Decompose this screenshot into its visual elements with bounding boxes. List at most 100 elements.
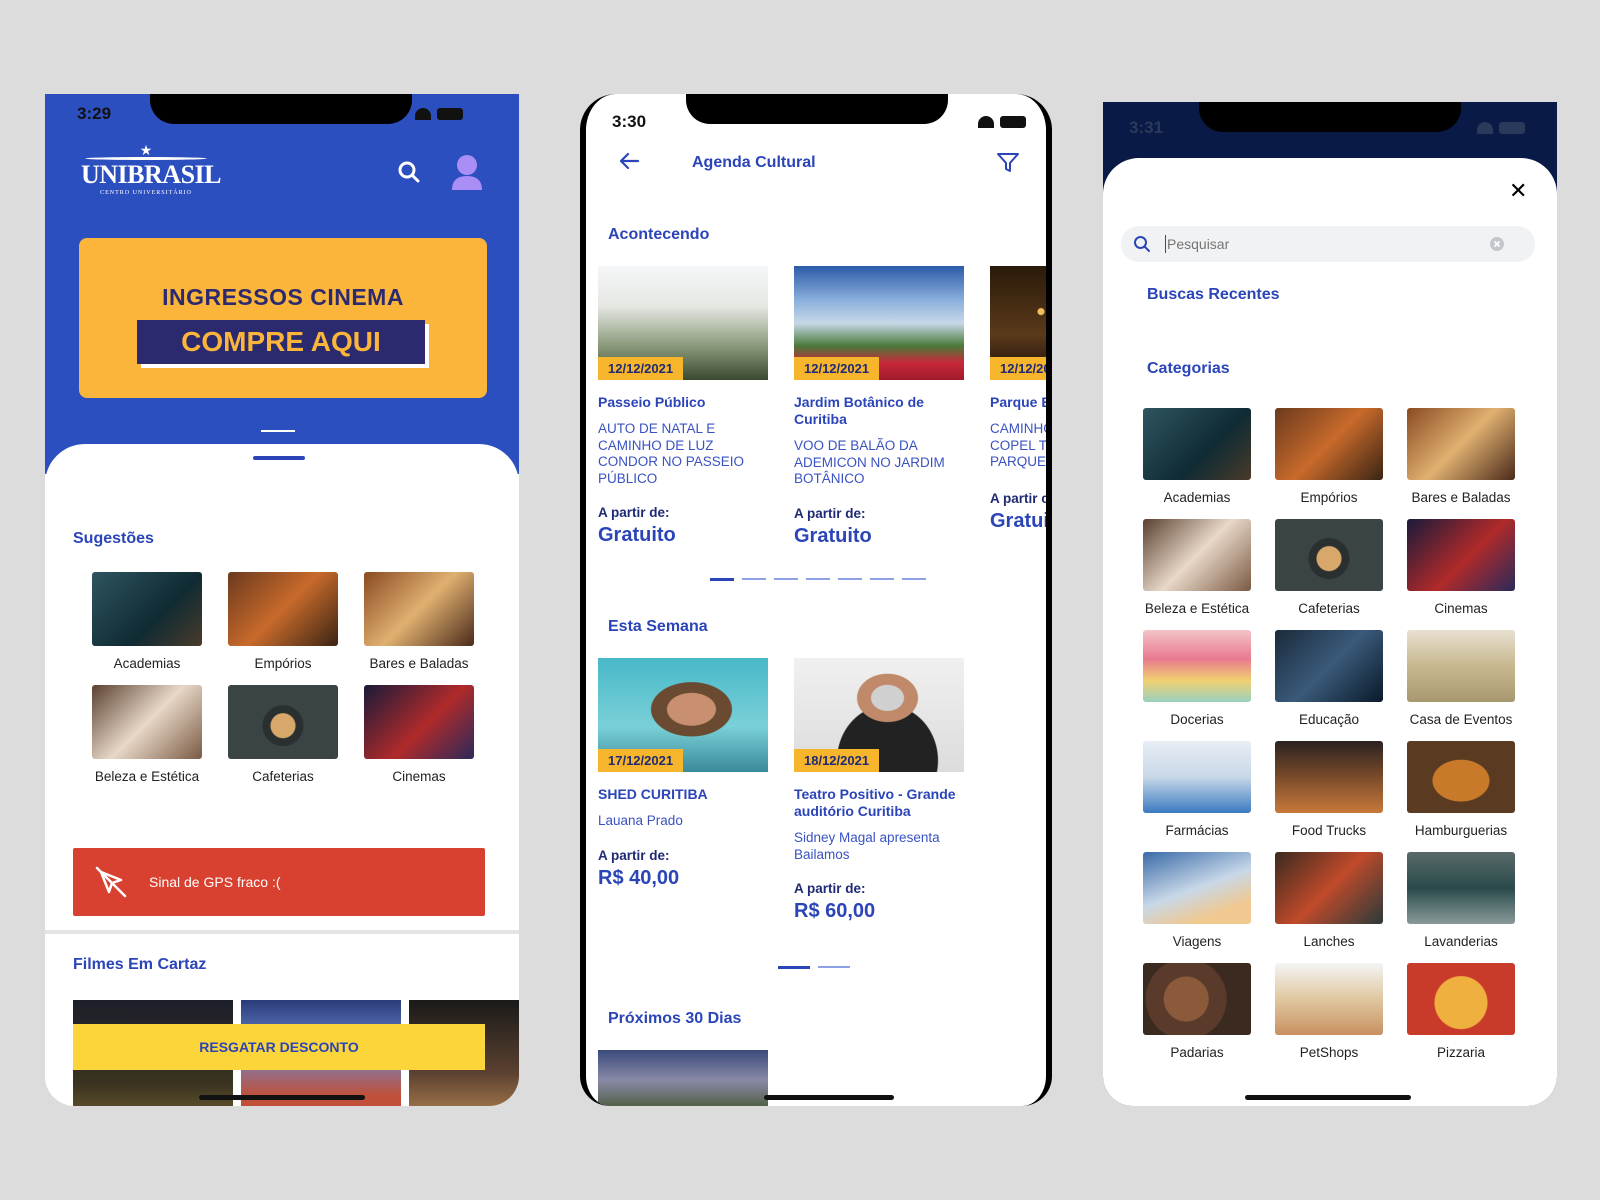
redeem-discount-button[interactable]: RESGATAR DESCONTO bbox=[73, 1024, 485, 1070]
page-dot[interactable] bbox=[742, 578, 766, 580]
page-dot[interactable] bbox=[902, 578, 926, 580]
wifi-icon bbox=[1477, 122, 1493, 134]
category-educacao[interactable]: Educação bbox=[1263, 630, 1395, 727]
docerias-image bbox=[1143, 630, 1251, 702]
event-description: Sidney Magal apresenta Bailamos bbox=[794, 830, 940, 862]
cafeterias-image bbox=[228, 685, 338, 759]
academias-image bbox=[1143, 408, 1251, 480]
category-beleza-e-estetica[interactable]: Beleza e Estética bbox=[1131, 519, 1263, 616]
page-dot[interactable] bbox=[838, 578, 862, 580]
page-dot[interactable] bbox=[774, 578, 798, 580]
profile-avatar-icon[interactable] bbox=[451, 154, 483, 192]
suggestion-cinemas[interactable]: Cinemas bbox=[351, 685, 487, 784]
category-bares-e-baladas[interactable]: Bares e Baladas bbox=[1395, 408, 1527, 505]
status-time: 3:29 bbox=[77, 104, 112, 123]
event-card[interactable]: 12/12/2021 Jardim Botânico de Curitiba V… bbox=[794, 266, 964, 548]
home-screen: 3:29 ★ UNIBRASIL CENTRO UNIVERSITÁRIO IN… bbox=[45, 94, 519, 1106]
search-icon[interactable] bbox=[397, 160, 421, 184]
carousel-pagination bbox=[710, 578, 926, 581]
page-dot[interactable] bbox=[710, 578, 734, 581]
cinema-tickets-banner[interactable]: INGRESSOS CINEMA COMPRE AQUI bbox=[79, 238, 487, 398]
educacao-image bbox=[1275, 630, 1383, 702]
cafeterias-image bbox=[1275, 519, 1383, 591]
event-image: 12/12/20 bbox=[990, 266, 1046, 380]
category-emporios[interactable]: Empórios bbox=[1263, 408, 1395, 505]
category-lanches[interactable]: Lanches bbox=[1263, 852, 1395, 949]
category-hamburguerias[interactable]: Hamburguerias bbox=[1395, 741, 1527, 838]
page-title: Agenda Cultural bbox=[692, 154, 816, 171]
tile-label: Viagens bbox=[1172, 934, 1222, 949]
wifi-icon bbox=[415, 108, 431, 120]
location-off-icon bbox=[95, 866, 127, 898]
event-price: Gratuito bbox=[794, 524, 872, 547]
bares-e-baladas-image bbox=[1407, 408, 1515, 480]
back-arrow-icon[interactable] bbox=[618, 152, 640, 170]
device-notch bbox=[1199, 102, 1461, 132]
category-food-trucks[interactable]: Food Trucks bbox=[1263, 741, 1395, 838]
tile-label: Cinemas bbox=[392, 769, 446, 784]
category-pizzaria[interactable]: Pizzaria bbox=[1395, 963, 1527, 1060]
category-petshops[interactable]: PetShops bbox=[1263, 963, 1395, 1060]
category-casa-de-eventos[interactable]: Casa de Eventos bbox=[1395, 630, 1527, 727]
recent-searches-title: Buscas Recentes bbox=[1147, 286, 1280, 303]
search-input[interactable] bbox=[1167, 236, 1477, 252]
casa-de-eventos-image bbox=[1407, 630, 1515, 702]
suggestion-beleza[interactable]: Beleza e Estética bbox=[79, 685, 215, 784]
suggestion-academias[interactable]: Academias bbox=[79, 572, 215, 671]
event-card[interactable]: 12/12/20 Parque E CAMINHO COPEL TI PARQU… bbox=[990, 266, 1046, 533]
event-date-badge: 12/12/2021 bbox=[794, 357, 880, 380]
tile-label: Cafeterias bbox=[1298, 601, 1360, 616]
clear-search-icon[interactable] bbox=[1489, 236, 1505, 252]
status-icons bbox=[1477, 122, 1525, 134]
status-time: 3:31 bbox=[1129, 118, 1164, 137]
event-price-label: A partir de: bbox=[794, 881, 866, 896]
tile-label: Beleza e Estética bbox=[94, 769, 200, 784]
suggestion-bares[interactable]: Bares e Baladas bbox=[351, 572, 487, 671]
categories-title: Categorias bbox=[1147, 360, 1230, 377]
category-academias[interactable]: Academias bbox=[1131, 408, 1263, 505]
movies-title: Filmes Em Cartaz bbox=[73, 956, 207, 973]
close-icon[interactable]: ✕ bbox=[1509, 180, 1527, 202]
pizzaria-image bbox=[1407, 963, 1515, 1035]
category-viagens[interactable]: Viagens bbox=[1131, 852, 1263, 949]
tile-label: Docerias bbox=[1170, 712, 1224, 727]
sheet-grabber[interactable] bbox=[261, 430, 295, 432]
category-lavanderias[interactable]: Lavanderias bbox=[1395, 852, 1527, 949]
page-dot[interactable] bbox=[818, 966, 850, 968]
beleza-e-estetica-image bbox=[1143, 519, 1251, 591]
tile-label: Cinemas bbox=[1434, 601, 1488, 616]
wifi-icon bbox=[978, 116, 994, 128]
tile-label: Academias bbox=[1163, 490, 1231, 505]
tile-label: Beleza e Estética bbox=[1144, 601, 1250, 616]
category-cafeterias[interactable]: Cafeterias bbox=[1263, 519, 1395, 616]
page-dot[interactable] bbox=[806, 578, 830, 580]
tile-label: Bares e Baladas bbox=[1411, 490, 1511, 505]
device-notch bbox=[150, 94, 412, 124]
event-price: R$ 40,00 bbox=[598, 866, 680, 889]
event-card[interactable]: 18/12/2021 Teatro Positivo - Grande audi… bbox=[794, 658, 964, 923]
tile-label: Academias bbox=[113, 656, 181, 671]
search-field[interactable] bbox=[1121, 226, 1535, 262]
search-screen: 3:31 ✕ Buscas Recentes Categorias Academ… bbox=[1103, 102, 1557, 1106]
sheet-indicator bbox=[253, 456, 305, 460]
suggestions-grid: Academias Empórios Bares e Baladas Belez… bbox=[79, 572, 487, 784]
suggestion-emporios[interactable]: Empórios bbox=[215, 572, 351, 671]
page-dot[interactable] bbox=[778, 966, 810, 969]
event-card[interactable]: 12/12/2021 Passeio Público AUTO DE NATAL… bbox=[598, 266, 768, 547]
event-date-badge: 18/12/2021 bbox=[794, 749, 880, 772]
page-dot[interactable] bbox=[870, 578, 894, 580]
category-cinemas[interactable]: Cinemas bbox=[1395, 519, 1527, 616]
status-time: 3:30 bbox=[612, 112, 647, 131]
search-icon bbox=[1134, 236, 1150, 252]
cinemas-image bbox=[364, 685, 474, 759]
category-farmacias[interactable]: Farmácias bbox=[1131, 741, 1263, 838]
filter-icon[interactable] bbox=[996, 152, 1020, 174]
event-image[interactable] bbox=[598, 1050, 768, 1106]
suggestion-cafeterias[interactable]: Cafeterias bbox=[215, 685, 351, 784]
event-card[interactable]: 17/12/2021 SHED CURITIBA Lauana Prado A … bbox=[598, 658, 768, 890]
section-acontecendo: Acontecendo bbox=[608, 226, 710, 243]
event-image: 17/12/2021 bbox=[598, 658, 768, 772]
category-padarias[interactable]: Padarias bbox=[1131, 963, 1263, 1060]
category-docerias[interactable]: Docerias bbox=[1131, 630, 1263, 727]
event-description: VOO DE BALÃO DA ADEMICON NO JARDIM BOTÂN… bbox=[794, 438, 945, 486]
